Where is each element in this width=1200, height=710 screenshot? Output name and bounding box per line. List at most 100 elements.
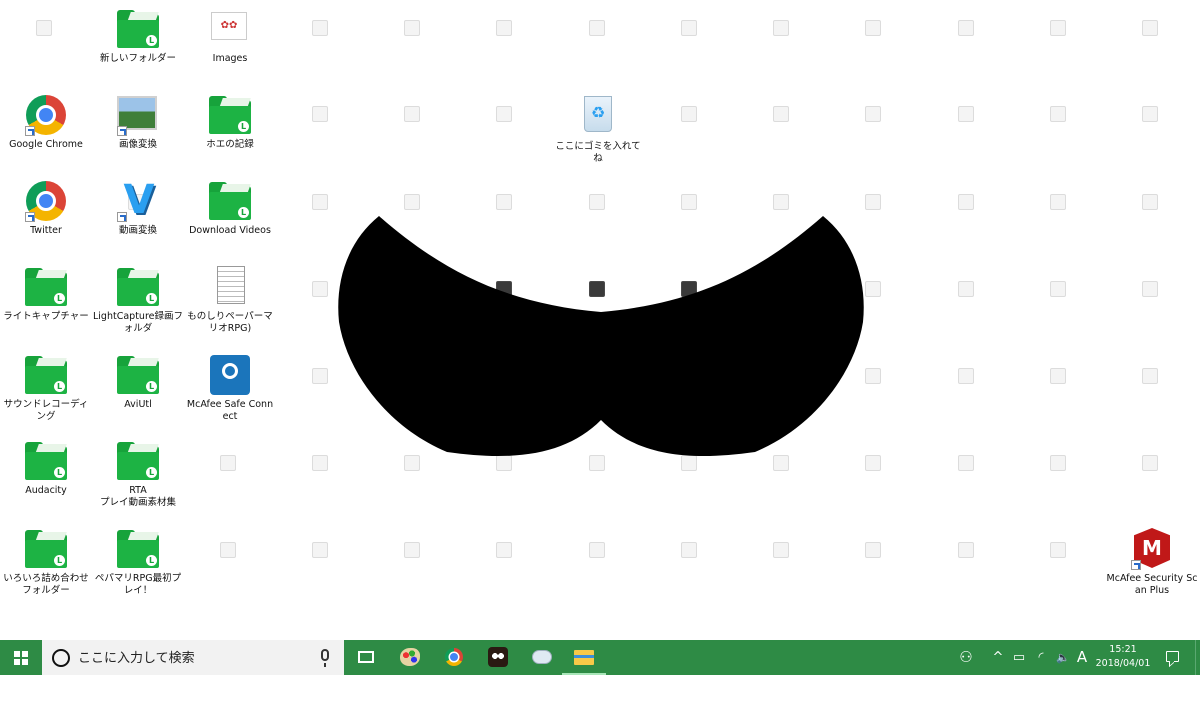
taskbar: ⚇ ^ ▭ ◜ 🔈× A 15:21 2018/04/01 bbox=[0, 640, 1200, 699]
desktop-grid-cell bbox=[1142, 106, 1158, 122]
desktop-grid-cell bbox=[773, 20, 789, 36]
desktop-icon-label: Twitter bbox=[30, 225, 62, 236]
volume-muted-icon[interactable]: 🔈× bbox=[1052, 640, 1074, 699]
desktop-icon[interactable]: V 動画変換 bbox=[92, 180, 184, 237]
taskbar-app-paint[interactable] bbox=[388, 640, 432, 675]
image-file-icon: ✿✿ bbox=[207, 8, 253, 50]
desktop-icon[interactable]: L サウンドレコーディング bbox=[0, 354, 92, 423]
desktop-grid-cell bbox=[681, 194, 697, 210]
desktop-grid-cell bbox=[220, 455, 236, 471]
folder-icon: L bbox=[23, 266, 69, 308]
folder-icon: L bbox=[115, 440, 161, 482]
folder-badge: L bbox=[146, 381, 157, 392]
desktop-grid-cell bbox=[865, 194, 881, 210]
desktop-icon[interactable]: 画像変換 bbox=[92, 94, 184, 151]
video-converter-icon: V bbox=[115, 180, 161, 222]
desktop-icon[interactable]: L LightCapture録画フォルダ bbox=[92, 266, 184, 335]
desktop-grid-cell bbox=[404, 20, 420, 36]
desktop-grid-cell bbox=[404, 542, 420, 558]
document-icon bbox=[207, 266, 253, 308]
task-view-icon bbox=[358, 651, 374, 663]
folder-icon: L bbox=[23, 354, 69, 396]
clock-date: 2018/04/01 bbox=[1095, 658, 1151, 669]
desktop-icon[interactable]: Twitter bbox=[0, 180, 92, 237]
desktop-grid-cell bbox=[865, 20, 881, 36]
desktop[interactable]: L 新しいフォルダー ✿✿ Images Google Chrome 画像変換 L ホエの記録… bbox=[0, 0, 1200, 640]
desktop-grid-cell bbox=[958, 194, 974, 210]
folder-icon: L bbox=[207, 180, 253, 222]
desktop-icon[interactable]: ものしりペーパーマリオRPG) bbox=[184, 266, 276, 335]
desktop-icon-label: LightCapture録画フォルダ bbox=[93, 311, 183, 334]
desktop-icon-label: AviUtl bbox=[124, 399, 152, 410]
desktop-icon[interactable]: L Download Videos bbox=[184, 180, 276, 237]
mcafee-scan-label: McAfee Security Scan Plus bbox=[1106, 573, 1198, 596]
desktop-icon[interactable]: L 新しいフォルダー bbox=[92, 8, 184, 65]
desktop-icon[interactable]: L Audacity bbox=[0, 440, 92, 497]
ime-mode-indicator[interactable]: A bbox=[1074, 640, 1090, 675]
desktop-icon[interactable]: L RTA プレイ動画素材集 bbox=[92, 440, 184, 509]
desktop-grid-cell bbox=[865, 106, 881, 122]
desktop-grid-cell bbox=[496, 106, 512, 122]
desktop-icon-label: RTA プレイ動画素材集 bbox=[99, 485, 176, 508]
desktop-grid-cell bbox=[312, 106, 328, 122]
desktop-grid-cell bbox=[681, 106, 697, 122]
desktop-icon[interactable]: L ホエの記録 bbox=[184, 94, 276, 151]
battery-icon[interactable]: ▭ bbox=[1010, 640, 1028, 675]
desktop-icon[interactable]: Google Chrome bbox=[0, 94, 92, 151]
taskbar-app-chrome[interactable] bbox=[432, 640, 476, 675]
desktop-icon-mcafee-scan[interactable]: McAfee Security Scan Plus bbox=[1106, 528, 1198, 597]
desktop-grid-cell bbox=[1050, 281, 1066, 297]
desktop-grid-cell bbox=[1050, 455, 1066, 471]
desktop-grid-cell bbox=[865, 368, 881, 384]
paint-palette-icon bbox=[400, 648, 420, 666]
desktop-icon-label: サウンドレコーディング bbox=[3, 399, 89, 422]
desktop-icon[interactable]: McAfee Safe Connect bbox=[184, 354, 276, 423]
desktop-icon[interactable]: ✿✿ Images bbox=[184, 8, 276, 65]
desktop-grid-cell bbox=[681, 20, 697, 36]
desktop-grid-cell bbox=[404, 106, 420, 122]
mustache-shape bbox=[338, 216, 864, 457]
desktop-icon-label: いろいろ詰め合わせフォルダー bbox=[3, 573, 89, 596]
folder-badge: L bbox=[146, 467, 157, 478]
desktop-grid-cell bbox=[1050, 542, 1066, 558]
desktop-icon[interactable]: L いろいろ詰め合わせフォルダー bbox=[0, 528, 92, 597]
desktop-icon-label: Images bbox=[212, 53, 248, 64]
wifi-icon[interactable]: ◜ bbox=[1032, 640, 1050, 675]
search-input[interactable] bbox=[76, 647, 310, 669]
recycle-bin-icon bbox=[584, 96, 612, 132]
desktop-grid-cell bbox=[865, 542, 881, 558]
start-button[interactable] bbox=[0, 640, 42, 675]
folder-icon: L bbox=[23, 528, 69, 570]
desktop-icon[interactable]: L ライトキャプチャー bbox=[0, 266, 92, 323]
action-center-icon[interactable] bbox=[1166, 651, 1179, 662]
clock[interactable]: 15:21 2018/04/01 bbox=[1092, 643, 1154, 671]
desktop-icon-label: 新しいフォルダー bbox=[99, 53, 176, 64]
desktop-grid-cell bbox=[681, 542, 697, 558]
search-box[interactable] bbox=[42, 640, 344, 675]
shortcut-arrow-icon bbox=[117, 212, 127, 222]
desktop-grid-cell bbox=[496, 542, 512, 558]
taskbar-app-character[interactable] bbox=[476, 640, 520, 675]
taskbar-app-cloud[interactable] bbox=[520, 640, 564, 675]
folder-badge: L bbox=[238, 207, 249, 218]
taskbar-app-file-explorer[interactable] bbox=[562, 640, 606, 675]
desktop-icon-label: 画像変換 bbox=[118, 139, 157, 150]
folder-badge: L bbox=[54, 467, 65, 478]
folder-badge: L bbox=[54, 381, 65, 392]
chrome-icon bbox=[23, 180, 69, 222]
people-icon[interactable]: ⚇ bbox=[955, 640, 977, 675]
task-view-button[interactable] bbox=[344, 640, 388, 675]
desktop-icon-recycle-bin[interactable]: ここにゴミを入れてね bbox=[552, 96, 644, 165]
desktop-icon-label: 動画変換 bbox=[118, 225, 157, 236]
desktop-icon[interactable]: L AviUtl bbox=[92, 354, 184, 411]
desktop-grid-cell bbox=[1142, 368, 1158, 384]
desktop-grid-cell bbox=[496, 194, 512, 210]
desktop-grid-cell bbox=[958, 20, 974, 36]
folder-icon: L bbox=[115, 8, 161, 50]
show-desktop-button[interactable] bbox=[1195, 640, 1200, 675]
tray-chevron-icon[interactable]: ^ bbox=[990, 640, 1006, 675]
microphone-icon[interactable] bbox=[321, 649, 329, 667]
chrome-icon bbox=[23, 94, 69, 136]
desktop-icon[interactable]: L ペパマリRPG最初プレイ！ bbox=[92, 528, 184, 597]
clock-time: 15:21 bbox=[1109, 644, 1137, 655]
